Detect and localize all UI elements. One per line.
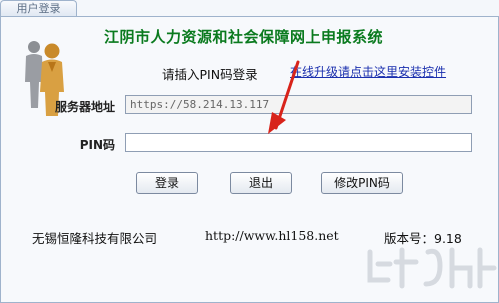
login-button[interactable]: 登录 — [136, 172, 198, 194]
server-address-label: 服务器地址 — [54, 100, 115, 114]
install-control-link[interactable]: 在线升级请点击这里安装控件 — [290, 63, 446, 80]
company-url: http://www.hl158.net — [205, 228, 339, 243]
pin-label: PIN码 — [79, 138, 115, 152]
server-address-field[interactable] — [125, 95, 472, 114]
company-name: 无锡恒隆科技有限公司 — [32, 231, 158, 246]
change-pin-button[interactable]: 修改PIN码 — [321, 172, 403, 194]
pin-prompt-text: 请插入PIN码登录 — [162, 67, 258, 82]
pin-input[interactable] — [125, 133, 472, 152]
tab-user-login[interactable]: 用户登录 — [0, 0, 77, 17]
exit-button[interactable]: 退出 — [230, 172, 292, 194]
watermark-logo — [367, 247, 497, 289]
page-title: 江阴市人力资源和社会保障网上申报系统 — [104, 28, 384, 46]
